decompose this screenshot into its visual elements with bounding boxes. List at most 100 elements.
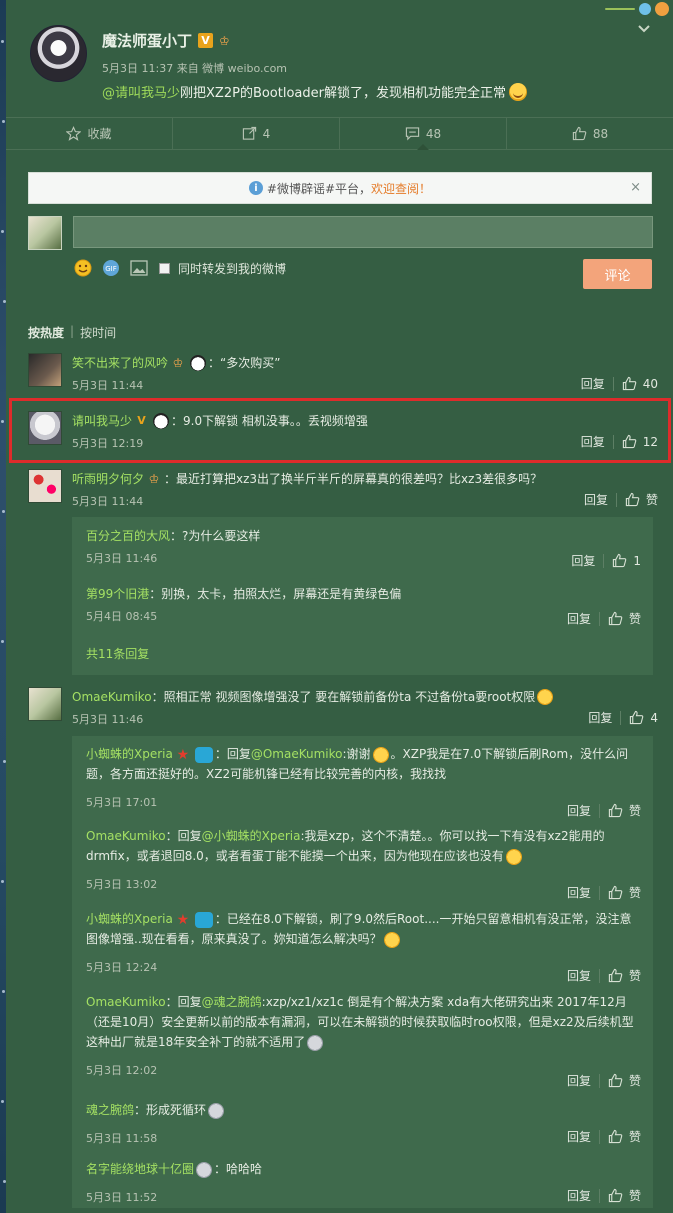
- replier-name[interactable]: 小蜘蛛的Xperia: [86, 747, 173, 761]
- replier-name[interactable]: 魂之腕鸽: [86, 1103, 134, 1117]
- post-mention[interactable]: @请叫我马少: [102, 82, 180, 101]
- reply-ops: 回复 赞: [567, 1072, 641, 1089]
- reply-mention[interactable]: @小蜘蛛的Xperia: [202, 829, 301, 843]
- divider: [615, 492, 617, 507]
- comment-ops: 回复 赞: [584, 491, 658, 508]
- reply-button[interactable]: 回复: [584, 491, 608, 508]
- reply-like-button[interactable]: 赞: [608, 802, 641, 819]
- comment-time: 5月3日 11:46: [72, 713, 144, 726]
- notice-link[interactable]: 欢迎查阅！: [371, 180, 431, 197]
- reply-like-button[interactable]: 1: [612, 553, 641, 568]
- divider: [603, 553, 605, 568]
- author-name[interactable]: 魔法师蛋小丁: [102, 30, 192, 51]
- comment-like-button[interactable]: 4: [629, 710, 658, 725]
- reply-like-button[interactable]: 赞: [608, 1072, 641, 1089]
- emoji-icon[interactable]: [73, 258, 93, 278]
- divider: [598, 885, 600, 900]
- divider: [612, 434, 614, 449]
- compose-tools: GIF 同时转发到我的微博: [73, 258, 286, 278]
- reply-mention[interactable]: @魂之腕鸽: [202, 995, 262, 1009]
- replier-name[interactable]: 百分之百的大风: [86, 529, 170, 543]
- commenter-name[interactable]: 笑不出来了的风吟: [72, 353, 168, 373]
- comment-button[interactable]: 48: [340, 118, 507, 150]
- svg-text:GIF: GIF: [105, 265, 117, 273]
- commenter-avatar[interactable]: [28, 687, 62, 721]
- repost-checkbox[interactable]: [159, 262, 170, 274]
- reply-like-button[interactable]: 赞: [608, 884, 641, 901]
- sort-separator: |: [70, 324, 75, 338]
- replier-name[interactable]: 名字能绕地球十亿圈: [86, 1162, 194, 1176]
- reply-time: 5月3日 12:24: [86, 961, 158, 974]
- comment-like-button[interactable]: 40: [622, 376, 658, 391]
- reply-item: 第99个旧港：别换，太卡，拍照太烂，屏幕还是有黄绿色偏 5月4日 08:45 回…: [86, 584, 641, 627]
- commenter-name[interactable]: 请叫我马少: [72, 411, 132, 431]
- reply-like-button[interactable]: 赞: [608, 610, 641, 627]
- reply-button[interactable]: 回复: [567, 1128, 591, 1145]
- comment-item: 笑不出来了的风吟 ♔ ：“多次购买” 5月3日 11:44 回复 40: [28, 353, 658, 393]
- comment-like-button[interactable]: 12: [622, 434, 658, 449]
- reply-text: ：?为什么要这样: [170, 529, 261, 543]
- thumbs-up-icon: [608, 1188, 623, 1203]
- reply-like-button[interactable]: 赞: [608, 1187, 641, 1204]
- image-icon[interactable]: [129, 258, 149, 278]
- crown-badge-icon: ♔: [219, 33, 230, 48]
- more-replies-link[interactable]: 共11条回复: [86, 645, 149, 662]
- reply-button[interactable]: 回复: [588, 709, 612, 726]
- reply-button[interactable]: 回复: [567, 1072, 591, 1089]
- commenter-avatar[interactable]: [28, 469, 62, 503]
- notice-text: #微博辟谣#平台，: [266, 181, 372, 196]
- favorite-button[interactable]: 收藏: [6, 118, 173, 149]
- thumbs-up-icon: [625, 492, 640, 507]
- rumor-notice: i #微博辟谣#平台， 欢迎查阅！ ×: [28, 172, 652, 204]
- divider: [620, 710, 622, 725]
- camera-badge-icon: [194, 746, 213, 763]
- reply-button[interactable]: 回复: [571, 552, 595, 569]
- replier-name[interactable]: 第99个旧港: [86, 587, 149, 601]
- reply-thread: 百分之百的大风：?为什么要这样 5月3日 11:46 回复 1 第99个旧港：别…: [72, 517, 653, 675]
- reply-button[interactable]: 回复: [581, 375, 605, 392]
- tab-sort-time[interactable]: 按时间: [80, 324, 116, 341]
- repost-button[interactable]: 4: [173, 118, 340, 149]
- reply-button[interactable]: 回复: [581, 433, 605, 450]
- reply-mention[interactable]: @OmaeKumiko: [251, 747, 343, 761]
- reply-button[interactable]: 回复: [567, 802, 591, 819]
- commenter-avatar[interactable]: [28, 353, 62, 387]
- comment-time: 5月3日 11:44: [72, 495, 144, 508]
- comment-item: OmaeKumiko ：照相正常 视频图像增强没了 要在解锁前备份ta 不过备份t…: [28, 687, 658, 727]
- commenter-avatar[interactable]: [28, 411, 62, 445]
- reply-time: 5月3日 11:52: [86, 1191, 158, 1204]
- verified-badge-icon: V: [198, 33, 214, 48]
- commenter-name[interactable]: OmaeKumiko: [72, 687, 152, 707]
- close-icon[interactable]: ×: [630, 180, 641, 195]
- chevron-down-icon[interactable]: [637, 22, 651, 36]
- reply-ops: 回复 赞: [567, 610, 641, 627]
- divider: [598, 1188, 600, 1203]
- author-avatar[interactable]: [30, 25, 87, 82]
- comment-input[interactable]: [73, 216, 653, 248]
- reply-like-button[interactable]: 赞: [608, 1128, 641, 1145]
- reply-time: 5月3日 12:02: [86, 1064, 158, 1077]
- reply-button[interactable]: 回复: [567, 1187, 591, 1204]
- submit-comment-button[interactable]: 评论: [583, 259, 652, 289]
- thumbs-up-icon: [608, 968, 623, 983]
- replier-name[interactable]: OmaeKumiko: [86, 995, 166, 1009]
- divider: [598, 1073, 600, 1088]
- commenter-name[interactable]: 听雨明夕何夕: [72, 469, 144, 489]
- verified-badge-icon: V: [137, 414, 146, 427]
- tab-sort-hot[interactable]: 按热度: [28, 324, 64, 341]
- gif-icon[interactable]: GIF: [101, 258, 121, 278]
- reply-button[interactable]: 回复: [567, 967, 591, 984]
- replier-name[interactable]: 小蜘蛛的Xperia: [86, 912, 173, 926]
- smile-emoji-icon: [537, 689, 554, 705]
- reply-button[interactable]: 回复: [567, 610, 591, 627]
- panda-emoji-icon: [153, 413, 170, 429]
- thumbs-up-icon: [608, 803, 623, 818]
- like-button[interactable]: 88: [507, 118, 673, 149]
- weibo-card: 魔法师蛋小丁 V ♔ 5月3日 11:37 来自 微博 weibo.com @请…: [6, 0, 673, 1213]
- comment-like-button[interactable]: 赞: [625, 491, 658, 508]
- comment-ops: 回复 4: [588, 709, 658, 726]
- reply-ops: 回复 1: [571, 552, 641, 569]
- reply-button[interactable]: 回复: [567, 884, 591, 901]
- reply-like-button[interactable]: 赞: [608, 967, 641, 984]
- replier-name[interactable]: OmaeKumiko: [86, 829, 166, 843]
